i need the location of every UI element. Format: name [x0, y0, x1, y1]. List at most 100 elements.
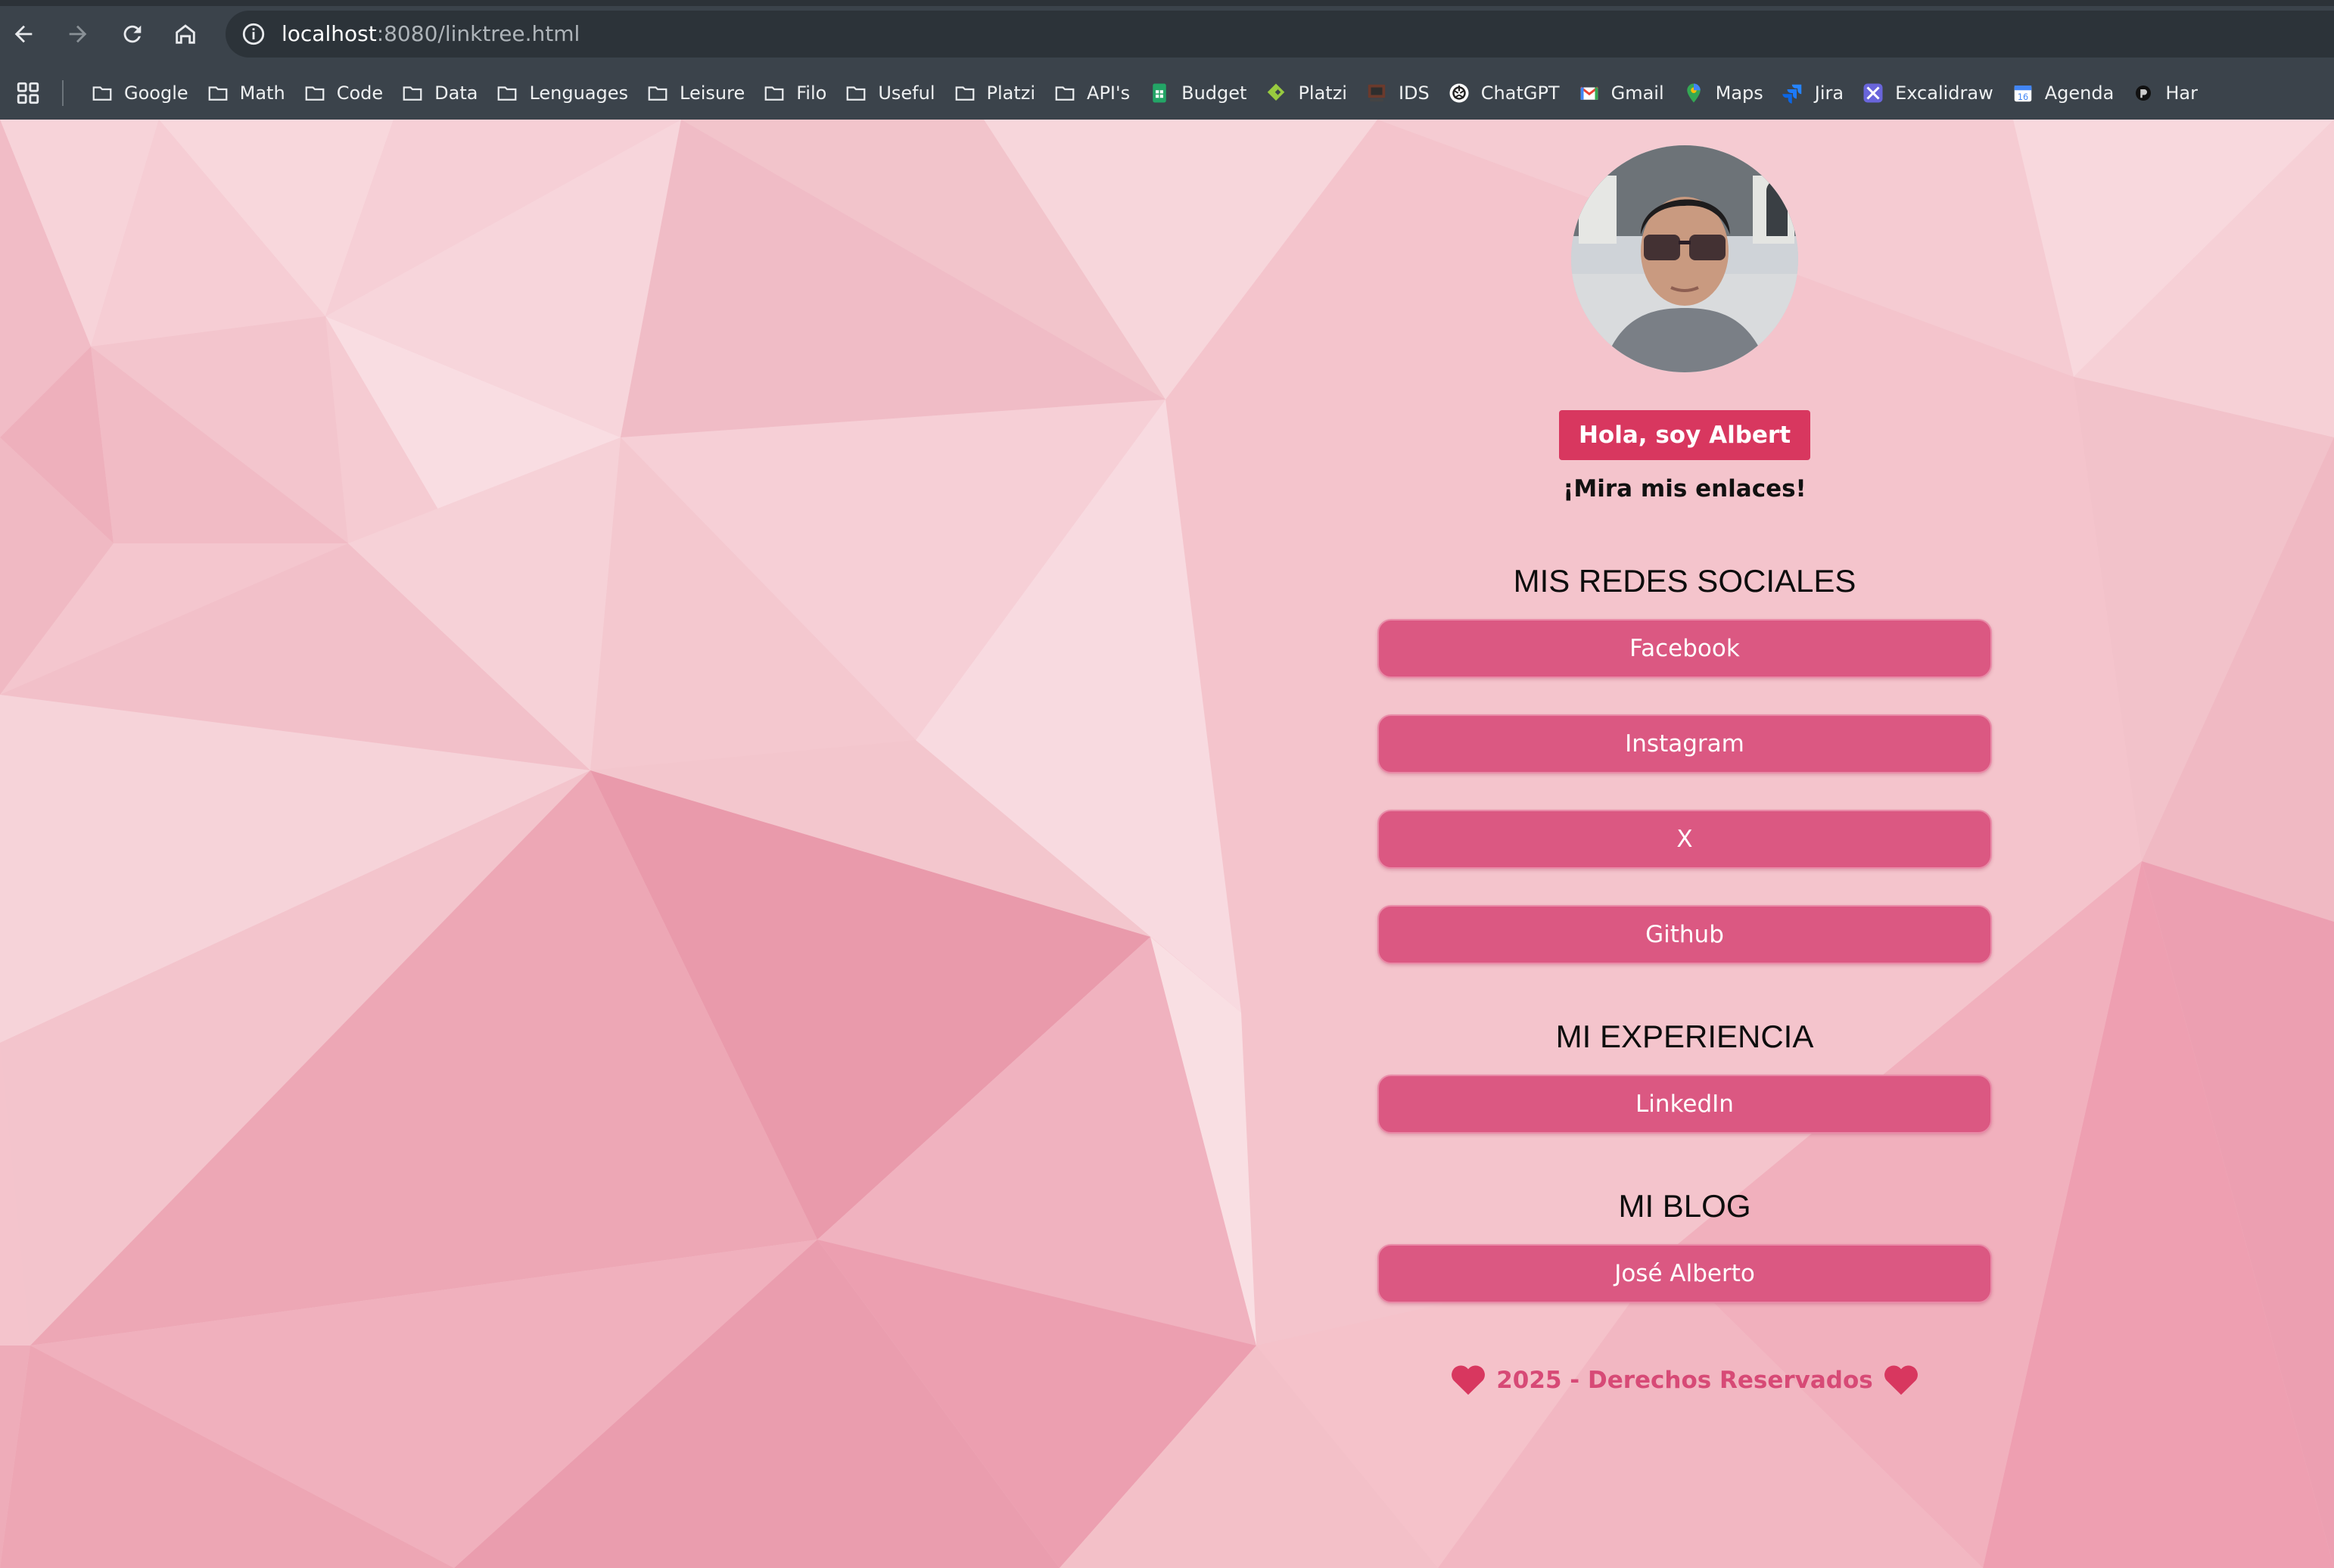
bookmark-lenguages[interactable]: Lenguages [491, 74, 642, 112]
calendar-icon: 16 [2010, 82, 2036, 104]
blog-link-button[interactable]: José Alberto [1377, 1244, 1992, 1303]
bookmark-label: Math [239, 82, 285, 104]
bookmarks-bar: Google Math Code Data Lenguages Leisure Filo Us… [0, 68, 2334, 118]
footer: 2025 - Derechos Reservados [1376, 1358, 1993, 1403]
bookmark-label: IDS [1398, 82, 1430, 104]
url-text[interactable]: localhost:8080/linktree.html [282, 20, 580, 48]
github-link-button[interactable]: Github [1377, 905, 1992, 964]
bookmark-jira[interactable]: Jira [1777, 74, 1857, 112]
bookmark-label: Budget [1181, 82, 1247, 104]
excalidraw-icon [1860, 82, 1886, 104]
bookmark-label: Jira [1814, 82, 1844, 104]
section-title-experience: MI EXPERIENCIA [1555, 1019, 1814, 1054]
section-title-social: MIS REDES SOCIALES [1513, 563, 1856, 599]
bookmark-ids[interactable]: IDS [1361, 74, 1443, 112]
bookmark-leisure[interactable]: Leisure [642, 74, 758, 112]
bookmark-label: Agenda [2044, 82, 2115, 104]
subtitle: ¡Mira mis enlaces! [1563, 475, 1807, 502]
folder-icon [400, 82, 425, 104]
bookmark-label: Platzi [986, 82, 1036, 104]
address-bar[interactable]: localhost:8080/linktree.html [226, 11, 2334, 58]
folder-icon [843, 82, 869, 104]
bookmark-filo[interactable]: Filo [758, 74, 840, 112]
folder-icon [761, 82, 787, 104]
folder-icon [89, 82, 115, 104]
bookmark-data[interactable]: Data [397, 74, 491, 112]
folder-icon [952, 82, 978, 104]
bookmark-label: Platzi [1298, 82, 1347, 104]
bookmark-code[interactable]: Code [299, 74, 397, 112]
bookmark-har[interactable]: Har [2127, 74, 2211, 112]
chatgpt-icon [1446, 82, 1472, 104]
bookmark-math[interactable]: Math [202, 74, 299, 112]
bookmark-label: Maps [1715, 82, 1763, 104]
bookmark-label: API's [1087, 82, 1131, 104]
sheets-icon [1147, 82, 1172, 104]
facebook-link-button[interactable]: Facebook [1377, 619, 1992, 678]
linkedin-link-button[interactable]: LinkedIn [1377, 1075, 1992, 1134]
bookmark-platzi[interactable]: Platzi [949, 74, 1050, 112]
bookmark-label: Excalidraw [1895, 82, 1993, 104]
url-path: :8080/linktree.html [376, 21, 580, 46]
page-viewport: Hola, soy Albert ¡Mira mis enlaces! MIS … [0, 120, 2334, 1568]
gmail-icon [1576, 82, 1602, 104]
instagram-link-button[interactable]: Instagram [1377, 714, 1992, 773]
bookmark-list: Google Math Code Data Lenguages Leisure Filo Us… [86, 68, 2211, 118]
bookmark-label: ChatGPT [1480, 82, 1560, 104]
ids-icon [1364, 82, 1390, 104]
bookmark-label: Har [2165, 82, 2198, 104]
section-title-blog: MI BLOG [1618, 1188, 1751, 1224]
bookmark-label: Lenguages [529, 82, 629, 104]
bookmark-maps[interactable]: Maps [1678, 74, 1777, 112]
arrow-left-icon [14, 25, 33, 43]
folder-icon [1052, 82, 1078, 104]
home-button[interactable] [166, 15, 204, 53]
profile-photo [1571, 145, 1798, 372]
maps-icon [1681, 82, 1707, 104]
url-host: localhost [282, 21, 377, 46]
profile-avatar [1571, 145, 1798, 372]
svg-text:16: 16 [2018, 92, 2028, 102]
forward-button[interactable] [59, 15, 97, 53]
folder-icon [205, 82, 231, 104]
arrow-right-icon [69, 25, 87, 43]
back-button[interactable] [5, 15, 42, 53]
footer-text: 2025 - Derechos Reservados [1496, 1367, 1873, 1394]
bookmark-excalidraw[interactable]: Excalidraw [1857, 74, 2007, 112]
bookmark-label: Google [124, 82, 188, 104]
home-icon [176, 24, 195, 44]
bookmark-label: Leisure [680, 82, 745, 104]
site-icon [2130, 82, 2156, 104]
reload-icon [123, 25, 142, 43]
bookmark-platzi[interactable]: Platzi [1260, 74, 1361, 112]
x-link-button[interactable]: X [1377, 810, 1992, 869]
folder-icon [494, 82, 520, 104]
reload-button[interactable] [114, 15, 151, 53]
bookmark-api-s[interactable]: API's [1049, 74, 1144, 112]
bookmark-label: Filo [796, 82, 827, 104]
platzi-icon [1263, 82, 1289, 104]
bookmark-google[interactable]: Google [86, 74, 202, 112]
apps-grid-icon[interactable] [15, 80, 41, 106]
info-icon[interactable] [241, 21, 266, 47]
browser-chrome: localhost:8080/linktree.html Google Math C… [0, 0, 2334, 120]
bookmark-label: Data [434, 82, 478, 104]
bookmark-useful[interactable]: Useful [840, 74, 948, 112]
bookmark-agenda[interactable]: 16 Agenda [2007, 74, 2128, 112]
folder-icon [645, 82, 671, 104]
greeting-badge: Hola, soy Albert [1559, 410, 1810, 460]
linktree-content: Hola, soy Albert ¡Mira mis enlaces! MIS … [1376, 120, 1993, 1568]
tab-strip [0, 0, 2334, 6]
bookmark-budget[interactable]: Budget [1144, 74, 1260, 112]
bookmark-label: Useful [878, 82, 935, 104]
heart-icon [1452, 1365, 1486, 1395]
navigation-bar: localhost:8080/linktree.html [0, 6, 2334, 62]
bookmarks-separator [62, 80, 64, 106]
jira-icon [1780, 82, 1806, 104]
bookmark-label: Code [336, 82, 384, 104]
bookmark-gmail[interactable]: Gmail [1573, 74, 1678, 112]
folder-icon [302, 82, 328, 104]
bookmark-chatgpt[interactable]: ChatGPT [1443, 74, 1573, 112]
bookmark-label: Gmail [1610, 82, 1664, 104]
heart-icon [1884, 1365, 1918, 1395]
